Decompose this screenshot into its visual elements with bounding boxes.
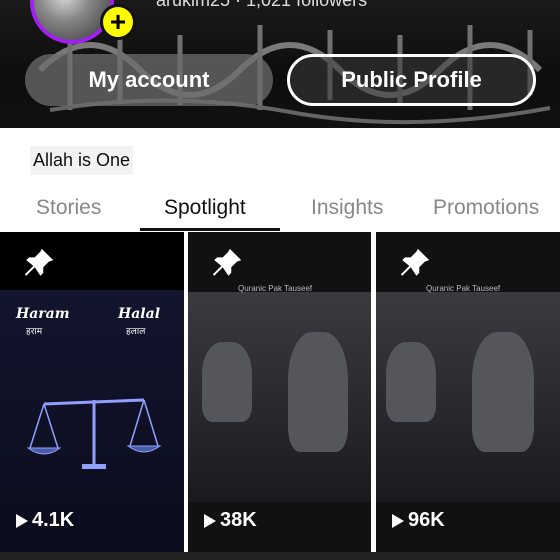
bio-text: Allah is One (30, 146, 134, 175)
haram-sub-label: हराम (26, 326, 43, 336)
add-story-plus-icon[interactable]: + (100, 4, 136, 40)
video-thumbnail (376, 292, 560, 502)
view-count: 4.1K (16, 509, 74, 532)
halal-label: Halal (118, 306, 161, 322)
play-icon (16, 513, 28, 528)
thumbnail-caption: Quranic Pak Tauseef (426, 284, 501, 293)
tab-promotions[interactable]: Promotions (433, 196, 539, 220)
haram-label: Haram (16, 306, 70, 322)
scale-icon (26, 398, 162, 469)
username-followers: arukim25 · 1,021 followers (156, 0, 368, 10)
pin-icon (212, 248, 242, 276)
content-tabs: Stories Spotlight Insights Promotions (0, 196, 560, 230)
next-row-preview (0, 552, 560, 560)
view-count: 96K (392, 509, 445, 532)
tab-stories[interactable]: Stories (36, 196, 101, 220)
tab-insights[interactable]: Insights (311, 196, 383, 220)
active-tab-indicator (140, 228, 280, 231)
spotlight-grid: Haram हराम Halal हलाल 4.1K Quranic Pak T… (0, 232, 560, 560)
tab-spotlight[interactable]: Spotlight (164, 196, 246, 220)
spotlight-tile[interactable]: Quranic Pak Tauseef 38K (188, 232, 371, 552)
spotlight-tile[interactable]: Quranic Pak Tauseef 96K (376, 232, 560, 552)
thumbnail-caption: Quranic Pak Tauseef (238, 284, 313, 293)
halal-sub-label: हलाल (126, 326, 146, 336)
spotlight-tile[interactable]: Haram हराम Halal हलाल 4.1K (0, 232, 184, 552)
profile-header: + arukim25 · 1,021 followers My account … (0, 0, 560, 128)
play-icon (204, 513, 216, 528)
my-account-button[interactable]: My account (25, 54, 273, 106)
video-thumbnail (188, 292, 371, 502)
play-icon (392, 513, 404, 528)
public-profile-button[interactable]: Public Profile (287, 54, 536, 106)
pin-icon (400, 248, 430, 276)
view-count: 38K (204, 509, 257, 532)
pin-icon (24, 248, 54, 276)
